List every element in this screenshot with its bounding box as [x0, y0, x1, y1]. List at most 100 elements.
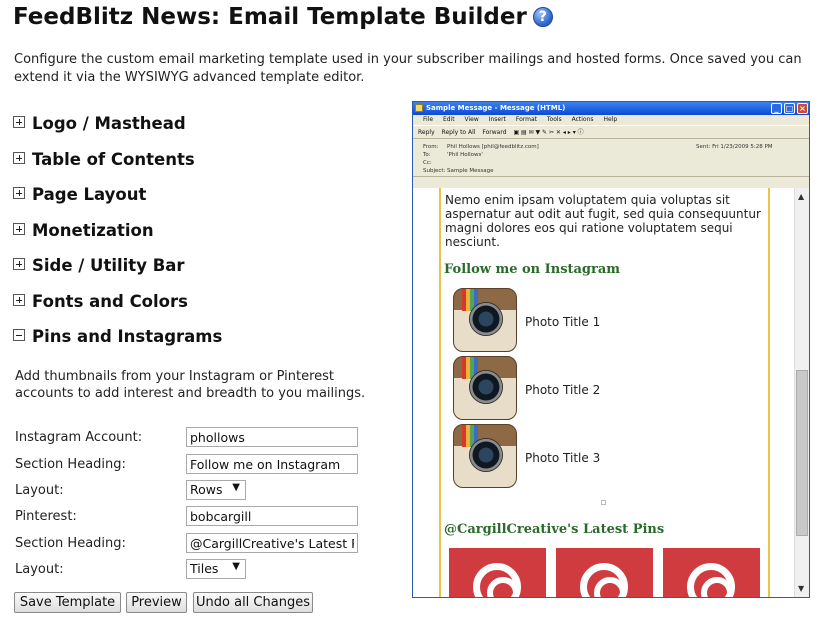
to-label: To: [423, 152, 431, 158]
section-label: Side / Utility Bar [32, 256, 185, 275]
section-label: Page Layout [32, 185, 147, 204]
instagram-section-heading: Follow me on Instagram [444, 262, 621, 277]
preview-button[interactable]: Preview [126, 592, 187, 613]
subject-value: Sample Message [447, 168, 494, 174]
close-icon[interactable]: × [797, 103, 808, 114]
section-side-utility-bar[interactable]: Side / Utility Bar [13, 256, 185, 275]
photo-title: Photo Title 1 [525, 315, 601, 329]
menu-file[interactable]: File [423, 116, 433, 123]
minimize-icon[interactable]: _ [771, 103, 782, 114]
pinterest-heading-label: Section Heading: [15, 536, 126, 551]
select-value: Rows [190, 482, 223, 497]
section-table-of-contents[interactable]: Table of Contents [13, 150, 195, 169]
select-value: Tiles [190, 561, 219, 576]
pinterest-icon [663, 548, 760, 597]
camera-lens [469, 438, 503, 472]
pinterest-input[interactable] [186, 506, 358, 526]
photo-title: Photo Title 3 [525, 451, 601, 465]
expand-plus-icon[interactable] [13, 258, 25, 270]
menu-edit[interactable]: Edit [443, 116, 455, 123]
pinterest-heading-input[interactable] [186, 533, 358, 553]
window-title: Sample Message - Message (HTML) [426, 104, 566, 112]
pinterest-logo [687, 563, 735, 597]
question-help-icon[interactable]: ? [532, 7, 553, 27]
dropdown-arrow-icon: ▼ [232, 482, 240, 493]
subject-label: Subject: [423, 168, 446, 174]
to-value: 'Phil Hollows' [447, 152, 483, 158]
section-label: Fonts and Colors [32, 292, 188, 311]
photo-title: Photo Title 2 [525, 383, 601, 397]
section-page-layout[interactable]: Page Layout [13, 185, 146, 204]
expand-plus-icon[interactable] [13, 223, 25, 235]
from-label: From: [423, 144, 439, 150]
expand-plus-icon[interactable] [13, 187, 25, 199]
expand-plus-icon[interactable] [13, 294, 25, 306]
menu-actions[interactable]: Actions [572, 116, 594, 123]
menu-tools[interactable]: Tools [547, 116, 562, 123]
menu-bar: File Edit View Insert Format Tools Actio… [413, 115, 809, 125]
instagram-account-input[interactable] [186, 427, 358, 447]
collapse-minus-icon[interactable] [13, 329, 25, 341]
pinterest-label: Pinterest: [15, 509, 77, 524]
pinterest-layout-select[interactable]: Tiles ▼ [186, 559, 246, 579]
sent-value: Fri 1/23/2009 5:28 PM [712, 144, 773, 150]
section-label: Logo / Masthead [32, 114, 186, 133]
sent-info: Sent: Fri 1/23/2009 5:28 PM [696, 143, 773, 151]
pinterest-logo [473, 563, 521, 597]
reply-all-button[interactable]: Reply to All [442, 129, 476, 136]
expand-plus-icon[interactable] [13, 152, 25, 164]
undo-all-changes-button[interactable]: Undo all Changes [193, 592, 313, 613]
expand-plus-icon[interactable] [13, 116, 25, 128]
from-value: Phil Hollows [phil@feedblitz.com] [447, 144, 539, 150]
scroll-up-icon[interactable]: ▲ [798, 192, 804, 201]
page-title: FeedBlitz News: Email Template Builder? [13, 4, 553, 30]
pinterest-icon [449, 548, 546, 597]
vertical-scrollbar[interactable]: ▲ ▼ [794, 188, 809, 597]
page-title-text: FeedBlitz News: Email Template Builder [13, 4, 527, 30]
window-toolbar: Reply Reply to All Forward ▣ ▤ ✉ ▼ ✎ ✂ ✕… [413, 125, 809, 139]
pinterest-logo [580, 563, 628, 597]
section-label: Monetization [32, 221, 154, 240]
pinterest-icon [556, 548, 653, 597]
pinterest-layout-label: Layout: [15, 562, 64, 577]
section-monetization[interactable]: Monetization [13, 221, 154, 240]
instagram-icon [453, 288, 517, 352]
pinterest-section-heading: @CargillCreative's Latest Pins [444, 522, 665, 537]
scroll-down-icon[interactable]: ▼ [798, 584, 804, 593]
instagram-layout-label: Layout: [15, 483, 64, 498]
forward-button[interactable]: Forward [482, 129, 506, 136]
section-pins-and-instagrams[interactable]: Pins and Instagrams [13, 327, 222, 346]
lorem-paragraph: Nemo enim ipsam voluptatem quia voluptas… [445, 193, 761, 249]
maximize-icon[interactable]: □ [784, 103, 795, 114]
section-fonts-and-colors[interactable]: Fonts and Colors [13, 292, 188, 311]
column-border-left [439, 188, 441, 597]
dropdown-arrow-icon: ▼ [232, 561, 240, 572]
instagram-icon [453, 356, 517, 420]
instagram-layout-select[interactable]: Rows ▼ [186, 480, 246, 500]
window-titlebar: Sample Message - Message (HTML) _ □ × [413, 102, 809, 115]
menu-view[interactable]: View [465, 116, 479, 123]
instagram-heading-input[interactable] [186, 454, 358, 474]
menu-insert[interactable]: Insert [489, 116, 506, 123]
scrollbar-thumb[interactable] [796, 370, 808, 536]
menu-format[interactable]: Format [516, 116, 537, 123]
instagram-heading-label: Section Heading: [15, 457, 126, 472]
instagram-account-label: Instagram Account: [15, 430, 143, 445]
sent-label: Sent: [696, 144, 711, 150]
column-border-right [768, 188, 770, 597]
message-body: Nemo enim ipsam voluptatem quia voluptas… [413, 188, 809, 597]
camera-lens [469, 302, 503, 336]
section-label: Pins and Instagrams [32, 327, 223, 346]
toolbar-icons: ▣ ▤ ✉ ▼ ✎ ✂ ✕ ◂ ▸ ▾ ⓘ [513, 129, 584, 136]
reply-button[interactable]: Reply [418, 129, 435, 136]
pins-description: Add thumbnails from your Instagram or Pi… [15, 369, 366, 401]
section-label: Table of Contents [32, 150, 195, 169]
save-template-button[interactable]: Save Template [14, 592, 121, 613]
preview-window: Sample Message - Message (HTML) _ □ × Fi… [412, 101, 810, 598]
menu-help[interactable]: Help [603, 116, 617, 123]
intro-text: Configure the custom email marketing tem… [14, 52, 802, 85]
message-header: From: Phil Hollows [phil@feedblitz.com] T… [413, 139, 809, 177]
section-logo-masthead[interactable]: Logo / Masthead [13, 114, 186, 133]
placeholder-image-icon [601, 500, 606, 505]
message-icon [415, 104, 423, 112]
